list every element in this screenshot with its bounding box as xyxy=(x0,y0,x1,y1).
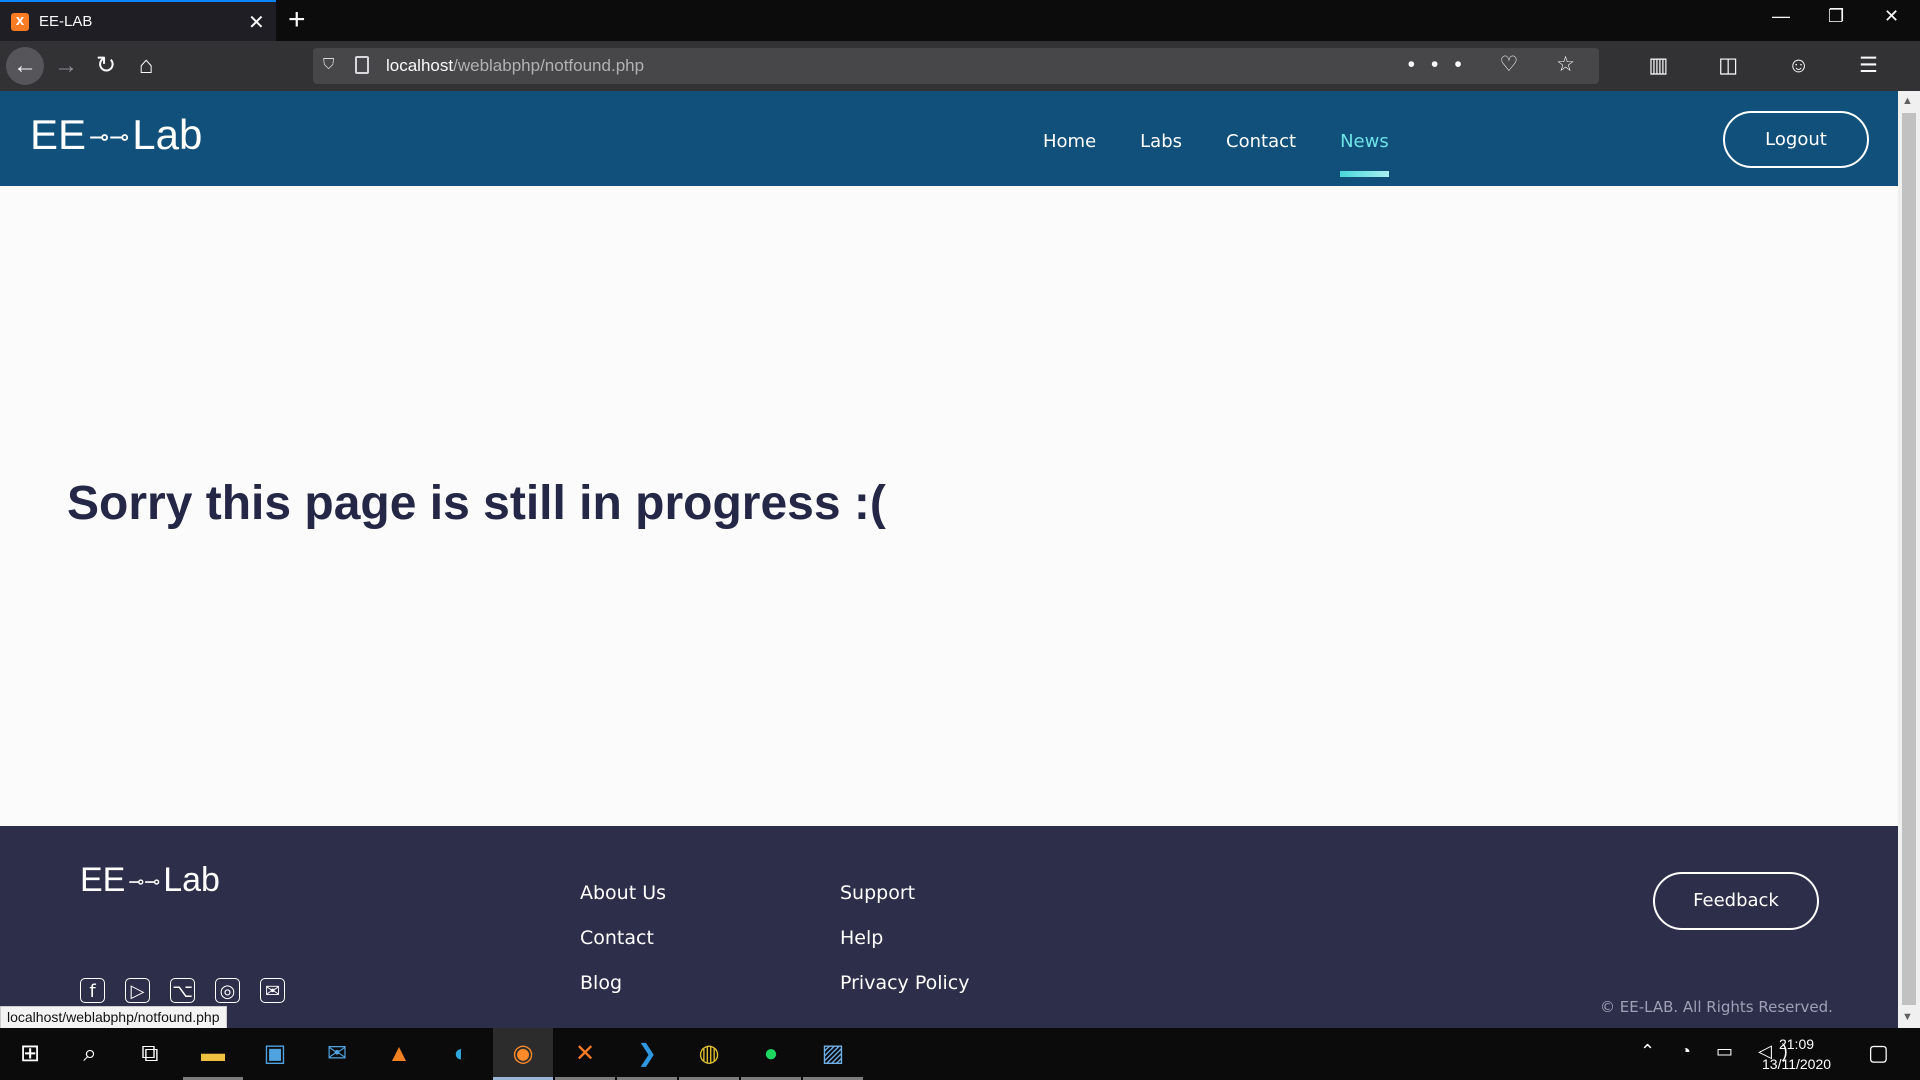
url-text[interactable]: localhost/weblabphp/notfound.php xyxy=(386,56,644,76)
browser-toolbar: ← → ↻ ⌂ ⛉ localhost/weblabphp/notfound.p… xyxy=(0,41,1920,91)
photos-icon[interactable]: ▨ xyxy=(803,1028,863,1080)
github-icon[interactable]: ⌥ xyxy=(170,978,195,1003)
feedback-button[interactable]: Feedback xyxy=(1653,872,1819,930)
logo-ee: EE xyxy=(30,111,87,158)
back-icon[interactable]: ← xyxy=(6,47,44,85)
reload-icon[interactable]: ↻ xyxy=(87,47,125,85)
toolbar-icons[interactable]: ▥ ◫ ☺ ☰ xyxy=(1649,53,1900,78)
mail-icon[interactable]: ✉ xyxy=(260,978,285,1003)
clock-date: 13/11/2020 xyxy=(1762,1056,1832,1072)
footer-link-about[interactable]: About Us xyxy=(580,882,666,904)
search-icon[interactable]: ⌕ xyxy=(60,1028,120,1080)
new-tab-icon[interactable]: + xyxy=(288,3,306,37)
vlc-icon[interactable]: ▲ xyxy=(369,1028,429,1080)
xampp-favicon-icon: X xyxy=(11,13,29,31)
browser-tab[interactable]: X EE-LAB ✕ xyxy=(0,0,276,41)
clock-time: 21:09 xyxy=(1778,1036,1815,1052)
tracking-shield-icon[interactable]: ⛉ xyxy=(323,56,341,76)
footer-link-privacy[interactable]: Privacy Policy xyxy=(840,972,969,994)
footer-link-blog[interactable]: Blog xyxy=(580,972,666,994)
close-window-icon[interactable]: ✕ xyxy=(1884,6,1899,27)
forward-icon[interactable]: → xyxy=(47,47,85,85)
footer-link-support[interactable]: Support xyxy=(840,882,969,904)
page-viewport: EE ⊸⊸Lab Home Labs Contact News Logout So… xyxy=(0,91,1898,1028)
clock[interactable]: 21:09 13/11/2020 xyxy=(1762,1034,1831,1074)
address-bar[interactable]: ⛉ localhost/weblabphp/notfound.php ••• ♡… xyxy=(313,48,1599,84)
task-view-icon[interactable]: ⧉ xyxy=(120,1028,180,1080)
chrome-icon[interactable]: ◍ xyxy=(679,1028,739,1080)
nav-labs[interactable]: Labs xyxy=(1140,131,1182,152)
instagram-icon[interactable]: ◎ xyxy=(215,978,240,1003)
site-header: EE ⊸⊸Lab Home Labs Contact News Logout xyxy=(0,91,1898,186)
footer-link-help[interactable]: Help xyxy=(840,927,969,949)
nav-contact[interactable]: Contact xyxy=(1226,131,1296,152)
spotify-icon[interactable]: ● xyxy=(741,1028,801,1080)
edge-icon[interactable]: ◐ xyxy=(431,1028,491,1080)
notification-center-icon[interactable]: ▢ xyxy=(1868,1040,1889,1066)
url-host: localhost xyxy=(386,56,454,75)
page-scrollbar[interactable]: ▲ ▼ xyxy=(1898,91,1920,1028)
page-message: Sorry this page is still in progress :( xyxy=(67,477,886,530)
main-nav: Home Labs Contact News xyxy=(1043,131,1389,177)
tab-strip: X EE-LAB ✕ + — ❐ ✕ xyxy=(0,0,1920,41)
page-info-icon[interactable] xyxy=(355,56,369,74)
home-icon[interactable]: ⌂ xyxy=(127,47,165,85)
logo-lab: Lab xyxy=(132,111,203,158)
youtube-icon[interactable]: ▷ xyxy=(125,978,150,1003)
xampp-icon[interactable]: ✕ xyxy=(555,1028,615,1080)
close-tab-icon[interactable]: ✕ xyxy=(248,10,265,35)
site-logo[interactable]: EE ⊸⊸Lab xyxy=(30,111,202,159)
logo-circuit-icon: ⊸⊸ xyxy=(89,124,130,152)
page-actions-icons[interactable]: ••• ♡ ☆ xyxy=(1408,52,1591,77)
url-path: /weblabphp/notfound.php xyxy=(453,56,645,75)
minimize-icon[interactable]: — xyxy=(1772,6,1790,27)
footer-logo-ee: EE xyxy=(80,861,126,899)
mail-app-icon[interactable]: ✉ xyxy=(307,1028,367,1080)
footer-link-contact[interactable]: Contact xyxy=(580,927,666,949)
footer-links-col1: About Us Contact Blog xyxy=(580,882,666,994)
windows-start-icon[interactable]: ⊞ xyxy=(0,1028,60,1080)
taskbar: ⊞ ⌕ ⧉ ▬ ▣ ✉ ▲ ◐ ◉ ✕ ❯ ◍ ● ▨ ⌃ ◔ ▭ ◁) 21:… xyxy=(0,1028,1920,1080)
status-url-tooltip: localhost/weblabphp/notfound.php xyxy=(0,1006,227,1030)
footer-logo-circuit-icon: ⊸⊸ xyxy=(128,871,161,893)
facebook-icon[interactable]: f xyxy=(80,978,105,1003)
tab-title: EE-LAB xyxy=(39,13,93,30)
copyright-text: © EE-LAB. All Rights Reserved. xyxy=(1600,998,1833,1016)
scroll-thumb[interactable] xyxy=(1902,113,1916,1005)
restore-icon[interactable]: ❐ xyxy=(1828,6,1844,27)
site-footer: EE ⊸⊸Lab About Us Contact Blog Support He… xyxy=(0,826,1898,1028)
nav-news[interactable]: News xyxy=(1340,131,1389,177)
footer-links-col2: Support Help Privacy Policy xyxy=(840,882,969,994)
social-links: f ▷ ⌥ ◎ ✉ xyxy=(80,978,285,1003)
scroll-down-icon[interactable]: ▼ xyxy=(1902,1011,1913,1023)
footer-logo[interactable]: EE ⊸⊸Lab xyxy=(80,861,220,900)
store-icon[interactable]: ▣ xyxy=(245,1028,305,1080)
nav-home[interactable]: Home xyxy=(1043,131,1096,152)
firefox-icon[interactable]: ◉ xyxy=(493,1028,553,1080)
logout-button[interactable]: Logout xyxy=(1723,111,1869,168)
scroll-up-icon[interactable]: ▲ xyxy=(1902,95,1913,107)
vscode-icon[interactable]: ❯ xyxy=(617,1028,677,1080)
footer-logo-lab: Lab xyxy=(163,861,220,899)
file-explorer-icon[interactable]: ▬ xyxy=(183,1028,243,1080)
